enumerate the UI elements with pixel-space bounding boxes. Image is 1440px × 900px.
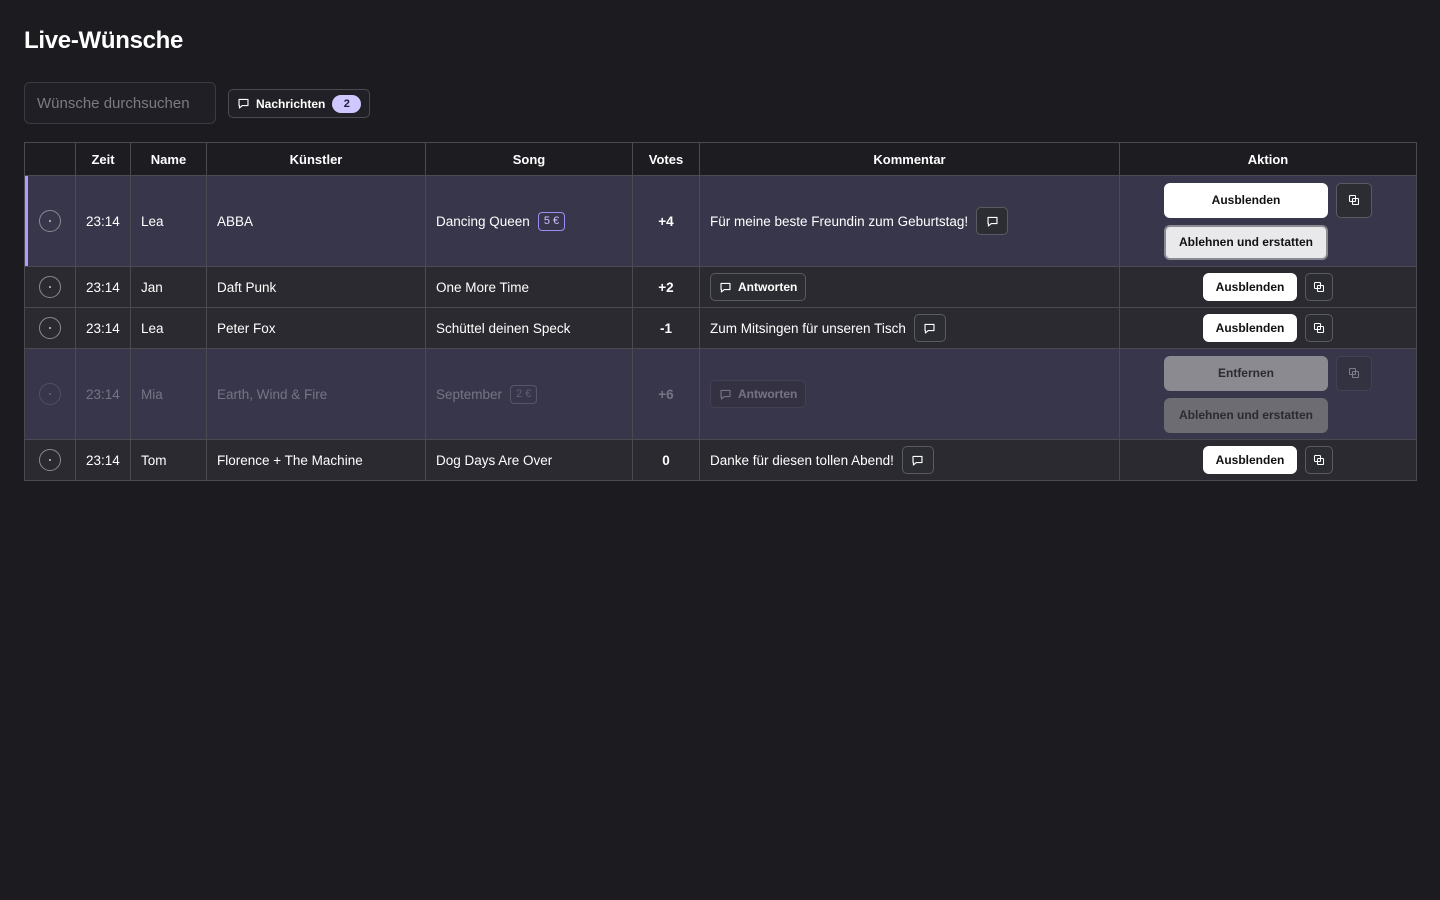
message-icon — [237, 97, 250, 110]
cell-artist: Daft Punk — [206, 266, 426, 308]
reply-icon-button[interactable] — [976, 207, 1009, 235]
copy-icon — [1313, 281, 1325, 293]
cell-votes: -1 — [632, 307, 700, 349]
header-status — [24, 142, 76, 176]
status-circle-icon[interactable] — [39, 317, 61, 339]
cell-votes: +4 — [632, 175, 700, 267]
reply-label: Antworten — [738, 280, 798, 294]
cell-song: Dancing Queen — [436, 213, 530, 229]
reject-refund-button[interactable]: Ablehnen und erstatten — [1164, 397, 1328, 433]
remove-button[interactable]: Entfernen — [1164, 355, 1328, 391]
cell-artist: Peter Fox — [206, 307, 426, 349]
cell-song: One More Time — [425, 266, 633, 308]
copy-button[interactable] — [1336, 355, 1372, 391]
cell-artist: Earth, Wind & Fire — [217, 386, 328, 402]
copy-icon — [1348, 367, 1360, 379]
status-circle-icon[interactable] — [39, 449, 61, 471]
header-name[interactable]: Name — [130, 142, 207, 176]
table-row: 23:14 Mia Earth, Wind & Fire September 2… — [24, 348, 1417, 440]
messages-count-badge: 2 — [332, 94, 362, 113]
copy-button[interactable] — [1336, 182, 1372, 218]
reply-button[interactable]: Antworten — [710, 273, 807, 301]
header-artist[interactable]: Künstler — [206, 142, 426, 176]
cell-votes: +6 — [658, 386, 674, 402]
hide-button[interactable]: Ausblenden — [1164, 182, 1328, 218]
cell-song: Dog Days Are Over — [425, 439, 633, 481]
copy-icon — [1313, 322, 1325, 334]
reply-button[interactable]: Antworten — [710, 380, 807, 408]
copy-icon — [1348, 194, 1360, 206]
table-row: 23:14 Tom Florence + The Machine Dog Day… — [24, 439, 1417, 481]
message-icon — [986, 215, 999, 228]
header-time[interactable]: Zeit — [75, 142, 131, 176]
reply-icon-button[interactable] — [901, 446, 934, 474]
messages-button[interactable]: Nachrichten 2 — [228, 89, 371, 118]
status-circle-icon[interactable] — [39, 383, 61, 405]
message-icon — [719, 281, 732, 294]
table-row: 23:14 Jan Daft Punk One More Time +2 Ant… — [24, 266, 1417, 308]
header-action: Aktion — [1119, 142, 1417, 176]
copy-button[interactable] — [1305, 446, 1334, 474]
cell-time: 23:14 — [75, 175, 131, 267]
cell-song: September — [436, 386, 503, 402]
cell-time: 23:14 — [75, 266, 131, 308]
header-comment: Kommentar — [699, 142, 1120, 176]
copy-button[interactable] — [1305, 273, 1334, 301]
message-icon — [911, 454, 924, 467]
reply-label: Antworten — [738, 387, 798, 401]
cell-comment: Zum Mitsingen für unseren Tisch — [710, 320, 906, 336]
cell-time: 23:14 — [86, 386, 120, 402]
header-song[interactable]: Song — [425, 142, 633, 176]
header-votes[interactable]: Votes — [632, 142, 700, 176]
status-circle-icon[interactable] — [39, 276, 61, 298]
copy-icon — [1313, 454, 1325, 466]
cell-name: Lea — [130, 307, 207, 349]
reply-icon-button[interactable] — [913, 314, 946, 342]
cell-time: 23:14 — [75, 307, 131, 349]
messages-label: Nachrichten — [256, 96, 326, 111]
cell-comment: Für meine beste Freundin zum Geburtstag! — [710, 213, 969, 229]
price-badge: 5 € — [537, 211, 566, 231]
cell-votes: 0 — [632, 439, 700, 481]
search-input[interactable] — [24, 82, 216, 124]
cell-name: Mia — [141, 386, 163, 402]
reject-refund-button[interactable]: Ablehnen und erstatten — [1164, 224, 1328, 260]
hide-button[interactable]: Ausblenden — [1202, 314, 1298, 342]
page-title: Live-Wünsche — [24, 27, 184, 54]
cell-name: Lea — [130, 175, 207, 267]
cell-artist: ABBA — [206, 175, 426, 267]
cell-time: 23:14 — [75, 439, 131, 481]
cell-song: Schüttel deinen Speck — [425, 307, 633, 349]
hide-button[interactable]: Ausblenden — [1202, 273, 1298, 301]
cell-name: Jan — [130, 266, 207, 308]
price-badge: 2 € — [510, 384, 538, 404]
copy-button[interactable] — [1305, 314, 1334, 342]
cell-artist: Florence + The Machine — [206, 439, 426, 481]
status-circle-icon[interactable] — [39, 210, 61, 232]
cell-votes: +2 — [632, 266, 700, 308]
table-row: 23:14 Lea ABBA Dancing Queen 5 € +4 Für … — [24, 175, 1417, 267]
requests-table: Zeit Name Künstler Song Votes Kommentar … — [24, 142, 1417, 481]
message-icon — [719, 388, 732, 401]
cell-comment: Danke für diesen tollen Abend! — [710, 452, 894, 468]
message-icon — [923, 322, 936, 335]
cell-name: Tom — [130, 439, 207, 481]
hide-button[interactable]: Ausblenden — [1202, 446, 1298, 474]
table-row: 23:14 Lea Peter Fox Schüttel deinen Spec… — [24, 307, 1417, 349]
table-header-row: Zeit Name Künstler Song Votes Kommentar … — [24, 142, 1417, 176]
